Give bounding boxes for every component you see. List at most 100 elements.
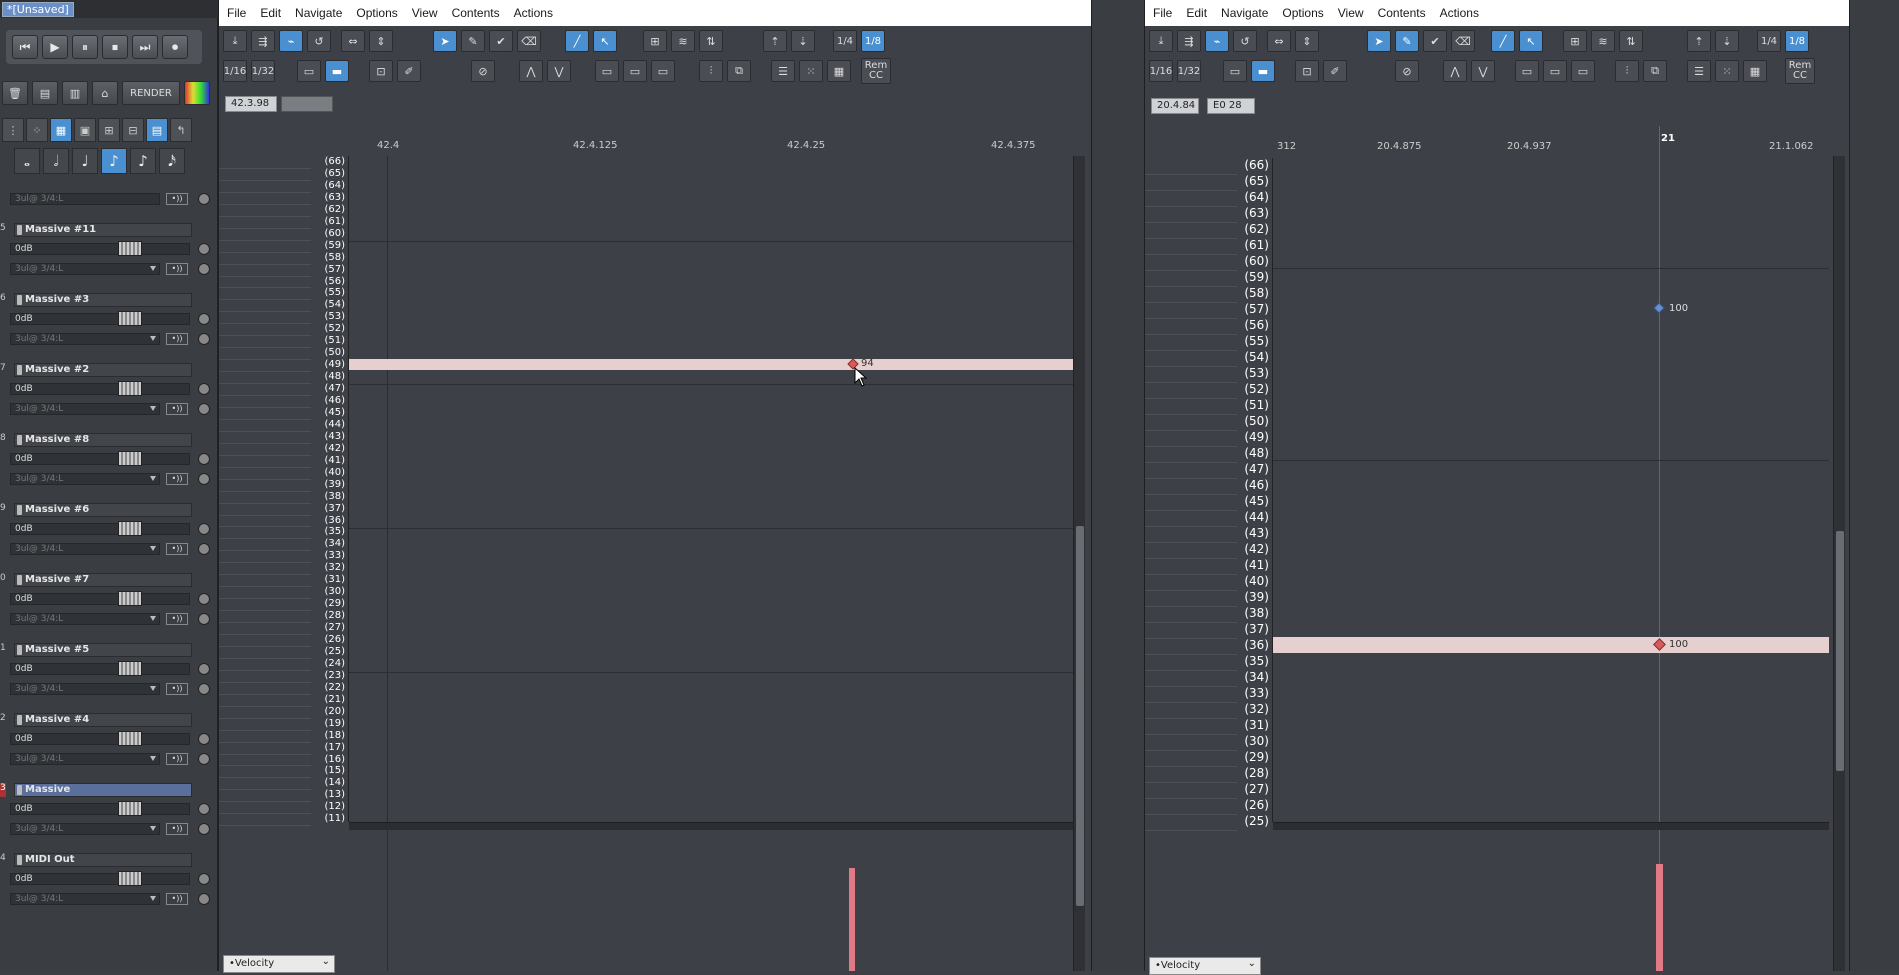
key-label[interactable]: (27)	[1244, 782, 1269, 796]
menu-view[interactable]: View	[1338, 6, 1364, 20]
menu-actions[interactable]: Actions	[514, 6, 553, 20]
key-label[interactable]: (25)	[324, 646, 345, 657]
track-name[interactable]: Massive #3	[14, 293, 192, 307]
lane-selector[interactable]: •Velocity	[223, 954, 335, 973]
key-label[interactable]: (31)	[1244, 718, 1269, 732]
pan-knob[interactable]	[198, 523, 210, 535]
home-icon[interactable]: ⌂	[92, 81, 118, 105]
key-label[interactable]: (53)	[324, 311, 345, 322]
track-monitor-button[interactable]: •))	[166, 613, 188, 625]
quarter-note-icon[interactable]: ♩	[72, 148, 98, 174]
scroll-thumb[interactable]	[1836, 531, 1844, 771]
key-label[interactable]: (49)	[324, 359, 345, 370]
key-label[interactable]: (53)	[1244, 366, 1269, 380]
whole-note-icon[interactable]: 𝅝	[14, 148, 40, 174]
arrow-icon[interactable]: ↰	[170, 118, 192, 142]
key-label[interactable]: (57)	[1244, 302, 1269, 316]
key-label[interactable]: (12)	[324, 801, 345, 812]
track-io[interactable]: 3ul@ 3/4:L	[10, 753, 160, 765]
note-grid[interactable]: 312 20.4.875 20.4.937 21 21.1.062 100 10…	[1273, 126, 1829, 822]
key-label[interactable]: (54)	[324, 299, 345, 310]
dots-grid-icon[interactable]: ⁙	[799, 60, 823, 82]
track-monitor-button[interactable]: •))	[166, 893, 188, 905]
pan-knob[interactable]	[198, 263, 210, 275]
track-name[interactable]: Massive #7	[14, 573, 192, 587]
volume-fader[interactable]	[118, 731, 142, 746]
key-label[interactable]: (62)	[1244, 222, 1269, 236]
clip-icon[interactable]: ▭	[595, 60, 619, 82]
key-label[interactable]: (42)	[324, 443, 345, 454]
dots-grid-icon[interactable]: ⁙	[1715, 60, 1739, 82]
key-label[interactable]: (61)	[324, 216, 345, 227]
menu-file[interactable]: File	[1153, 6, 1172, 20]
position-display-2[interactable]	[281, 96, 333, 112]
key-label[interactable]: (45)	[324, 407, 345, 418]
key-label[interactable]: (37)	[1244, 622, 1269, 636]
key-label[interactable]: (64)	[1244, 190, 1269, 204]
key-label[interactable]: (42)	[1244, 542, 1269, 556]
track-io[interactable]: 3ul@ 3/4:L	[10, 893, 160, 905]
chevron-down-icon[interactable]	[150, 826, 156, 831]
pan-knob[interactable]	[198, 383, 210, 395]
key-label[interactable]: (39)	[324, 479, 345, 490]
half-note-icon[interactable]: 𝅗𝅥	[43, 148, 69, 174]
grid-eighth-button[interactable]: 1/8	[1785, 30, 1809, 52]
keyboard-icon[interactable]: ▭	[297, 60, 321, 82]
key-label[interactable]: (52)	[1244, 382, 1269, 396]
pause-button[interactable]: ⏸	[72, 35, 98, 59]
track-monitor-button[interactable]: •))	[166, 473, 188, 485]
key-label[interactable]: (43)	[1244, 526, 1269, 540]
keyboard-icon[interactable]: ▭	[1223, 60, 1247, 82]
pitch-display[interactable]: E0 28	[1207, 98, 1255, 114]
eighth-note-icon[interactable]: ♪	[101, 148, 127, 174]
track-io[interactable]: 3ul@ 3/4:L	[10, 613, 160, 625]
key-label[interactable]: (31)	[324, 574, 345, 585]
cursor-tool-icon[interactable]: ↖	[593, 30, 617, 52]
track-io[interactable]: 3ul@ 3/4:L	[10, 543, 160, 555]
volume-fader[interactable]	[118, 521, 142, 536]
check-icon[interactable]: ✔	[1423, 30, 1447, 52]
menu-edit[interactable]: Edit	[1186, 6, 1207, 20]
track-name[interactable]: Massive #8	[14, 433, 192, 447]
curve-down-icon[interactable]: ⋁	[1471, 60, 1495, 82]
key-label[interactable]: (51)	[1244, 398, 1269, 412]
align-icon[interactable]: ⫶	[699, 60, 723, 82]
table-icon[interactable]: ▦	[827, 60, 851, 82]
track-io[interactable]: 3ul@ 3/4:L	[10, 473, 160, 485]
transpose-icon[interactable]: ⇅	[699, 30, 723, 52]
quantize-icon[interactable]: ⊞	[643, 30, 667, 52]
key-label[interactable]: (57)	[324, 264, 345, 275]
chevron-down-icon[interactable]	[150, 266, 156, 271]
key-label[interactable]: (36)	[1244, 638, 1269, 652]
lane-splitter[interactable]	[349, 822, 1081, 830]
key-label[interactable]: (52)	[324, 323, 345, 334]
menu-file[interactable]: File	[227, 6, 246, 20]
humanize-icon[interactable]: ≋	[1591, 30, 1615, 52]
grid-sixteenth-button[interactable]: 1/16	[223, 60, 247, 82]
key-label[interactable]: (24)	[324, 658, 345, 669]
track-io[interactable]: 3ul@ 3/4:L	[10, 333, 160, 345]
volume-fader[interactable]	[118, 661, 142, 676]
grid-quarter-button[interactable]: 1/4	[833, 30, 857, 52]
track-io[interactable]: 3ul@ 3/4:L	[10, 823, 160, 835]
key-label[interactable]: (58)	[324, 252, 345, 263]
duplicate-icon[interactable]: ⧉	[727, 60, 751, 82]
key-label[interactable]: (32)	[1244, 702, 1269, 716]
chevron-down-icon[interactable]	[150, 476, 156, 481]
list-icon[interactable]: ☰	[771, 60, 795, 82]
chevron-down-icon[interactable]	[150, 546, 156, 551]
key-label[interactable]: (62)	[324, 204, 345, 215]
grid-dots-icon[interactable]: ⁘	[26, 118, 48, 142]
fit-icon[interactable]: ⇕	[369, 30, 393, 52]
loop-icon[interactable]: ↺	[1233, 30, 1257, 52]
pan-knob[interactable]	[198, 473, 210, 485]
color-icon[interactable]	[184, 81, 210, 105]
record-button[interactable]: ⏺	[162, 35, 188, 59]
curve-up-icon[interactable]: ⋀	[1443, 60, 1467, 82]
tree-icon[interactable]: ⊞	[98, 118, 120, 142]
note-marker[interactable]	[1653, 302, 1665, 314]
pan-knob[interactable]	[198, 313, 210, 325]
key-label[interactable]: (47)	[1244, 462, 1269, 476]
key-label[interactable]: (34)	[1244, 670, 1269, 684]
grid-sixteenth-button[interactable]: 1/16	[1149, 60, 1173, 82]
